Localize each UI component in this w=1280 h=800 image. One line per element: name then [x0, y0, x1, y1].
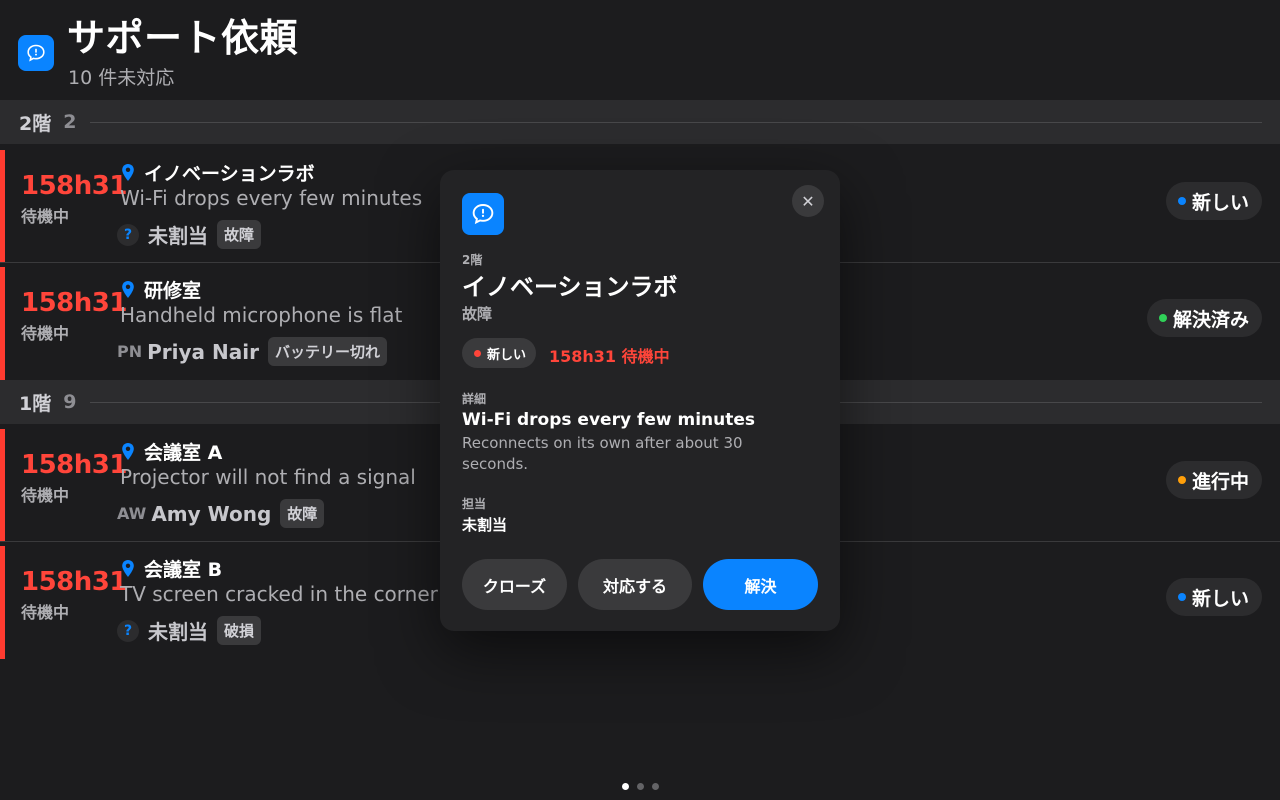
- assignee-initials: PN: [117, 342, 143, 361]
- location-pin-icon: [122, 163, 134, 181]
- elapsed-time: 158h31: [21, 288, 127, 318]
- status-dot: [1177, 476, 1186, 484]
- modal-status-badge: 新しい: [462, 338, 537, 368]
- location: 会議室 B: [120, 555, 222, 582]
- modal-assignee: 未割当: [462, 516, 508, 534]
- modal-floor: 2階: [462, 253, 483, 267]
- status-label: 新しい: [1191, 191, 1249, 214]
- location-name: 会議室 A: [144, 442, 223, 464]
- page-dot[interactable]: [652, 783, 659, 790]
- chat-bubble-icon: [18, 35, 54, 71]
- status-label: 新しい: [1191, 587, 1249, 610]
- issue-summary: Wi-Fi drops every few minutes: [120, 186, 423, 210]
- close-button[interactable]: ✕: [792, 185, 824, 217]
- section-title: 2階: [19, 112, 52, 135]
- section-divider: [90, 121, 1262, 123]
- issue-summary: Projector will not find a signal: [120, 465, 416, 489]
- category-tag: 破損: [217, 616, 262, 645]
- request-detail-modal: ✕ 2階 イノベーションラボ 故障 新しい 158h31 待機中 詳細 Wi-F…: [440, 170, 840, 631]
- close-request-button[interactable]: クローズ: [462, 559, 567, 610]
- status-label: 解決済み: [1172, 308, 1249, 331]
- urgency-bar: [0, 150, 5, 263]
- location-name: イノベーションラボ: [144, 163, 315, 185]
- modal-category: 故障: [462, 305, 493, 323]
- status-badge: 進行中: [1165, 461, 1262, 499]
- status-dot: [1158, 314, 1167, 322]
- row-meta: AW Amy Wong 故障: [117, 499, 325, 528]
- assignee-name: 未割当: [148, 224, 208, 248]
- issue-summary: Handheld microphone is flat: [120, 303, 403, 327]
- urgency-bar: [0, 429, 5, 542]
- section-count: 9: [63, 391, 77, 413]
- page-title: サポート依頼: [67, 16, 299, 60]
- location-pin-icon: [122, 442, 134, 460]
- assignee-initials: AW: [117, 504, 147, 523]
- assignee-name: 未割当: [148, 620, 208, 644]
- location-pin-icon: [122, 280, 134, 298]
- page-dot[interactable]: [637, 783, 644, 790]
- page-dot-active[interactable]: [622, 783, 629, 790]
- category-tag: バッテリー切れ: [267, 337, 387, 366]
- resolve-button[interactable]: 解決: [703, 559, 818, 610]
- modal-title: イノベーションラボ: [462, 273, 678, 301]
- location: 研修室: [120, 276, 201, 303]
- issue-summary: TV screen cracked in the corner: [120, 582, 438, 606]
- page-indicator[interactable]: [622, 783, 667, 790]
- status-label: 進行中: [1191, 470, 1249, 493]
- section-title: 1階: [19, 392, 52, 415]
- elapsed-time: 158h31: [21, 450, 127, 480]
- question-icon: ?: [117, 223, 139, 246]
- close-icon: ✕: [801, 191, 815, 211]
- detail-label: 詳細: [462, 392, 487, 406]
- wait-status: 待機中: [21, 603, 70, 622]
- chat-bubble-icon: [462, 193, 504, 235]
- status-badge: 新しい: [1165, 182, 1262, 220]
- section-count: 2: [63, 111, 77, 133]
- location-name: 会議室 B: [144, 559, 223, 581]
- elapsed-time: 158h31: [21, 567, 127, 597]
- urgency-bar: [0, 267, 5, 380]
- wait-status: 待機中: [21, 486, 70, 505]
- row-meta: ? 未割当 故障: [117, 220, 262, 249]
- assignee-label: 担当: [462, 497, 487, 511]
- status-badge: 解決済み: [1146, 299, 1262, 337]
- page-subtitle: 10 件未対応: [68, 67, 175, 89]
- location-pin-icon: [122, 559, 134, 577]
- status-dot: [474, 349, 481, 357]
- question-icon: ?: [117, 619, 139, 642]
- wait-status: 待機中: [21, 324, 70, 343]
- header: サポート依頼 10 件未対応: [0, 0, 1280, 100]
- status-dot: [1177, 593, 1186, 601]
- detail-title: Wi-Fi drops every few minutes: [462, 410, 756, 430]
- category-tag: 故障: [217, 220, 262, 249]
- location: イノベーションラボ: [120, 159, 315, 186]
- status-label: 新しい: [487, 347, 527, 363]
- modal-wait-time: 158h31 待機中: [549, 347, 670, 366]
- assignee-name: Amy Wong: [151, 501, 272, 526]
- status-dot: [1177, 197, 1186, 205]
- elapsed-time: 158h31: [21, 171, 127, 201]
- location: 会議室 A: [120, 438, 222, 465]
- assignee-name: Priya Nair: [147, 339, 259, 364]
- support-requests-screen: サポート依頼 10 件未対応 2階 2 158h31 待機中 イノベーションラボ…: [0, 0, 1280, 800]
- respond-button[interactable]: 対応する: [578, 559, 692, 610]
- detail-body: Reconnects on its own after about 30 sec…: [462, 434, 743, 473]
- wait-status: 待機中: [21, 207, 70, 226]
- status-badge: 新しい: [1165, 578, 1262, 616]
- row-meta: ? 未割当 破損: [117, 616, 262, 645]
- location-name: 研修室: [144, 280, 202, 302]
- row-meta: PN Priya Nair バッテリー切れ: [117, 337, 387, 366]
- category-tag: 故障: [280, 499, 325, 528]
- urgency-bar: [0, 546, 5, 659]
- section-header-2f: 2階 2: [0, 100, 1280, 144]
